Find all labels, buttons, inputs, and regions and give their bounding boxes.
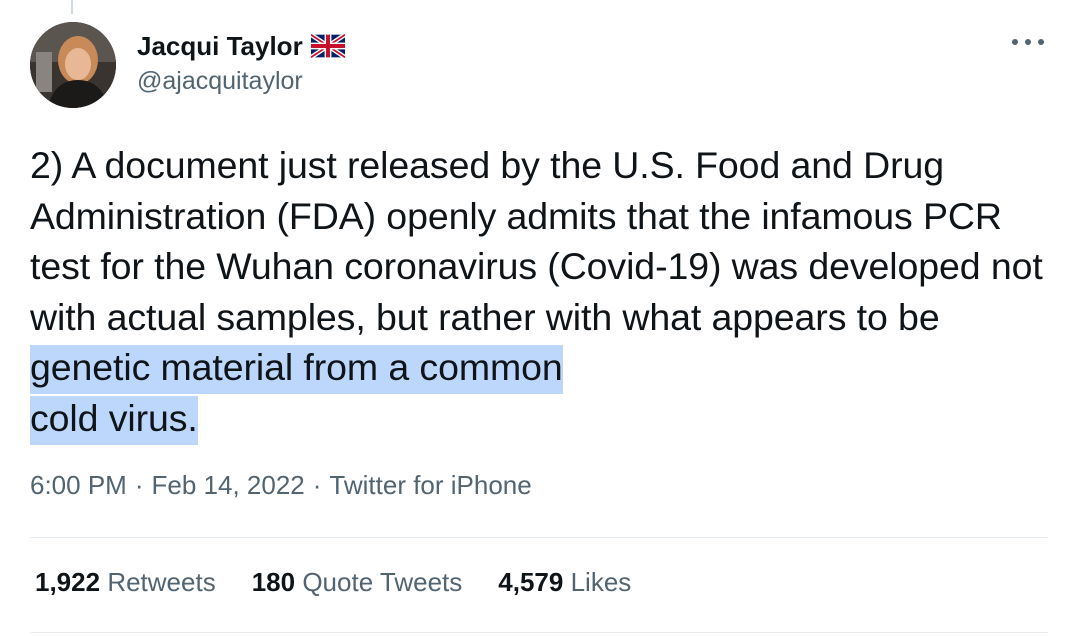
tweet-text: 2) A document just released by the U.S. …	[30, 140, 1060, 445]
quotes-count: 180	[251, 567, 296, 597]
engagement-stats: 1,922 Retweets 180 Quote Tweets 4,579 Li…	[35, 567, 667, 598]
tweet-date[interactable]: Feb 14, 2022	[152, 470, 305, 501]
retweets-label: Retweets	[107, 567, 216, 597]
meta-separator: ·	[134, 470, 144, 500]
likes-stat[interactable]: 4,579 Likes	[498, 567, 631, 598]
thread-connector-line	[71, 0, 73, 14]
retweets-stat[interactable]: 1,922 Retweets	[35, 567, 216, 598]
divider	[30, 537, 1048, 538]
quotes-label: Quote Tweets	[302, 567, 463, 597]
avatar[interactable]	[30, 22, 116, 108]
tweet-text-main: 2) A document just released by the U.S. …	[30, 144, 1043, 338]
quote-tweets-stat[interactable]: 180 Quote Tweets	[252, 567, 463, 598]
tweet-metadata: 6:00 PM · Feb 14, 2022 · Twitter for iPh…	[30, 470, 532, 501]
tweet-source[interactable]: Twitter for iPhone	[329, 470, 531, 501]
likes-label: Likes	[570, 567, 632, 597]
author-display-name[interactable]: Jacqui Taylor	[137, 31, 303, 62]
tweet-time[interactable]: 6:00 PM	[30, 470, 127, 501]
author-handle[interactable]: @ajacquitaylor	[137, 67, 345, 96]
likes-count: 4,579	[498, 567, 564, 597]
more-options-icon[interactable]	[1012, 32, 1044, 52]
avatar-photo	[30, 22, 116, 108]
highlighted-text-2: cold virus.	[30, 395, 198, 445]
tweet-author[interactable]: Jacqui Taylor @ajacquitaylor	[137, 27, 346, 96]
highlighted-text-1: genetic material from a common	[30, 345, 563, 394]
uk-flag-icon	[309, 32, 346, 60]
divider	[30, 632, 1048, 633]
retweets-count: 1,922	[35, 567, 101, 597]
meta-separator: ·	[312, 470, 322, 500]
